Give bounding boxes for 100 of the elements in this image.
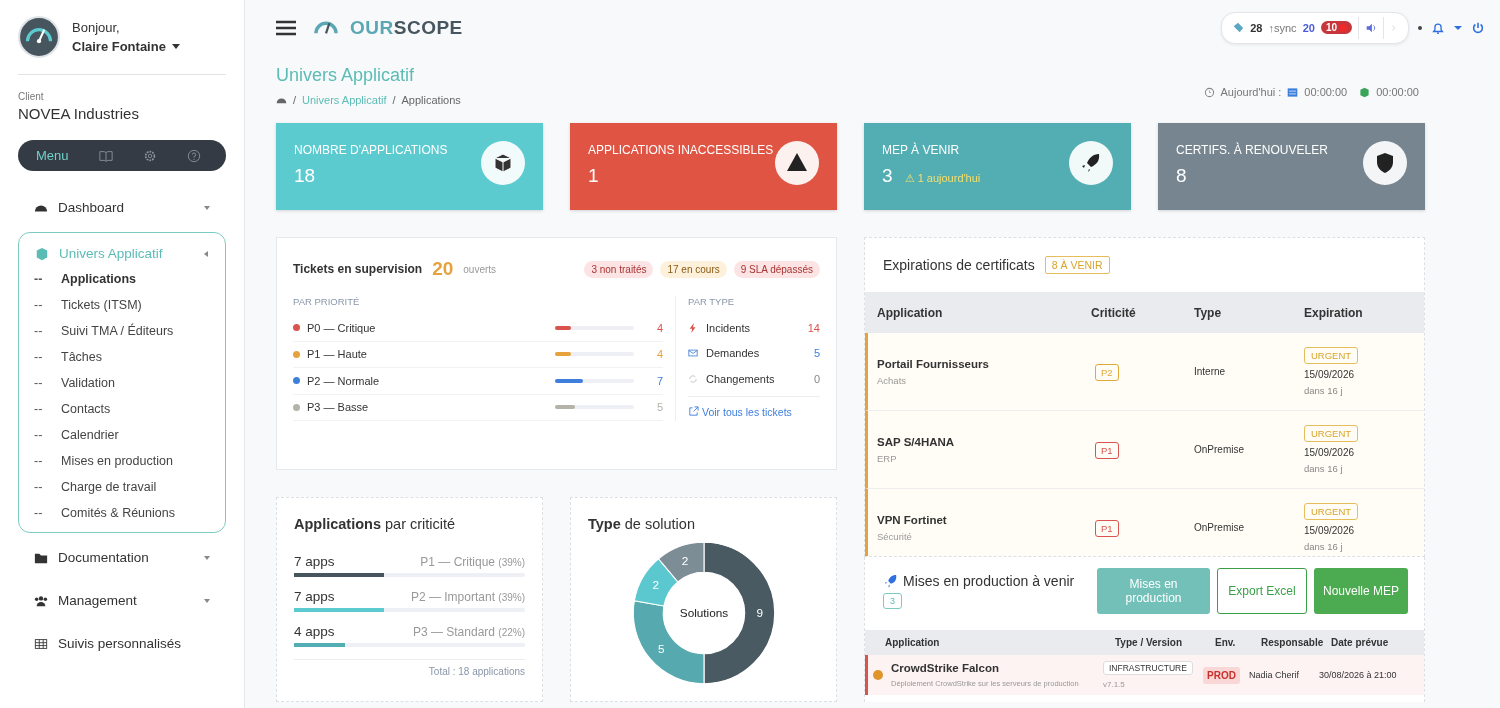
gauge-logo-icon — [314, 20, 338, 35]
type-tag: INFRASTRUCTURE — [1103, 661, 1193, 675]
envelope-icon — [688, 348, 698, 359]
submenu-item[interactable]: -- Calendrier — [19, 422, 225, 448]
external-link-icon — [688, 406, 699, 417]
column-header: Type / Version — [1115, 637, 1184, 648]
client-label: Client — [18, 91, 45, 102]
table-cell-text: 30/08/2026 à 21:00 — [1319, 670, 1398, 680]
column-header: Application — [885, 637, 941, 648]
type-label: Demandes — [706, 347, 761, 360]
status-chip[interactable]: 17 en cours — [660, 260, 727, 278]
count-label: ouverts — [463, 263, 497, 275]
stat-title: APPLICATIONS INACCESSIBLES — [588, 143, 774, 157]
caret-icon — [203, 250, 209, 257]
stat-title: NOMBRE D'APPLICATIONS — [294, 143, 448, 157]
type-label: Incidents — [706, 321, 752, 334]
column-header: Env. — [1215, 637, 1237, 648]
brand-logo: OURSCOPE — [350, 16, 463, 39]
priority-label: P3 — Basse — [307, 401, 370, 414]
priority-label: P1 — Haute — [307, 348, 368, 361]
nav-item[interactable]: Suivis personnalisés — [18, 631, 226, 656]
remaining-time: dans 16 j — [1304, 541, 1344, 552]
caret-icon — [204, 204, 210, 211]
rocket-icon — [1069, 141, 1113, 185]
version: v7.1.5 — [1103, 680, 1126, 689]
section-heading: PAR PRIORITÉ — [293, 296, 361, 307]
status-chip[interactable]: 9 SLA dépassés — [733, 260, 820, 278]
segment-label: 2 — [652, 578, 659, 592]
alert-badge: 10 — [1320, 21, 1352, 34]
rocket-icon — [883, 574, 897, 588]
cube-icon — [1359, 86, 1371, 98]
timer: 00:00:00 — [1304, 86, 1348, 98]
type-label: Changements — [706, 372, 776, 385]
stat-title: CERTIFS. À RENOUVELER — [1176, 143, 1328, 157]
stat-value: 1 — [588, 165, 599, 187]
sync-count: 20 — [1302, 21, 1315, 34]
bolt-icon — [688, 322, 698, 333]
column-header: Type — [1194, 305, 1223, 320]
submenu-item[interactable]: -- Suivi TMA / Éditeurs — [19, 318, 225, 344]
nav-item-icon — [35, 246, 49, 261]
caret-icon — [204, 597, 210, 604]
submenu-item[interactable]: -- Charge de travail — [19, 474, 225, 500]
menu-icon[interactable] — [276, 19, 296, 36]
user-name[interactable]: Claire Fontaine — [72, 39, 166, 54]
submenu-item[interactable]: -- Mises en production — [19, 448, 225, 474]
all-tickets-link[interactable]: Voir tous les tickets — [688, 405, 820, 418]
status-dot-icon — [873, 670, 883, 680]
stat-value: 18 — [294, 165, 316, 187]
segment-label: 9 — [755, 606, 763, 620]
sync-label: ↑sync — [1268, 21, 1297, 34]
dot-icon — [1418, 25, 1422, 30]
type-count: 5 — [812, 347, 820, 360]
nav-item[interactable]: Management — [18, 588, 226, 613]
criticity-tag: P1 — [1095, 441, 1119, 459]
upcoming-badge: 8 À VENIR — [1044, 256, 1110, 274]
environment-tag: PROD — [1203, 666, 1240, 684]
breadcrumb-separator: / — [293, 94, 297, 106]
submenu-item[interactable]: -- Comités & Réunions — [19, 500, 225, 526]
caret-icon[interactable] — [171, 44, 180, 49]
donut-center-label: Solutions — [679, 606, 728, 620]
status-chip[interactable]: 3 non traités — [584, 260, 654, 278]
app-category: Sécurité — [877, 530, 913, 542]
nav-item-icon — [34, 636, 48, 651]
nav-item[interactable]: Dashboard — [18, 195, 226, 220]
criticality-label: P1 — Critique (39%) — [420, 555, 525, 569]
greeting: Bonjour, — [72, 20, 121, 35]
menu-tab[interactable]: Menu — [26, 144, 79, 167]
card-title: Applications par criticité — [294, 516, 457, 532]
breadcrumb-separator: / — [392, 94, 396, 106]
client-name: NOVEA Industries — [18, 105, 140, 122]
cube-icon — [481, 141, 525, 185]
column-header: Expiration — [1304, 305, 1364, 320]
power-icon[interactable] — [1471, 20, 1485, 35]
submenu-item[interactable]: -- Validation — [19, 370, 225, 396]
gauge-avatar-icon — [18, 16, 60, 58]
nav-item-icon — [34, 593, 48, 608]
card-title: Expirations de certificats — [883, 257, 1035, 273]
submenu-item[interactable]: -- Tickets (ITSM) — [19, 292, 225, 318]
bell-icon[interactable] — [1431, 20, 1445, 35]
column-header: Responsable — [1261, 637, 1325, 648]
nav-item[interactable]: Documentation — [18, 545, 226, 570]
expiration-date: 15/09/2026 — [1304, 525, 1356, 536]
submenu-item[interactable]: -- Contacts — [19, 396, 225, 422]
criticality-label: P2 — Important (39%) — [410, 590, 525, 604]
priority-label: P0 — Critique — [307, 321, 377, 334]
criticity-tag: P1 — [1095, 519, 1119, 537]
submenu-item[interactable]: -- Tâches — [19, 344, 225, 370]
clock-icon — [1203, 86, 1215, 98]
warning-icon — [775, 141, 819, 185]
card-title: Mises en production à venir — [903, 573, 1075, 589]
submenu-item[interactable]: -- Applications — [19, 266, 225, 292]
app-name: CrowdStrike Falcon — [891, 662, 1000, 674]
volume-icon[interactable] — [1365, 21, 1377, 34]
stat-title: MEP À VENIR — [882, 143, 961, 157]
expiration-date: 15/09/2026 — [1304, 447, 1356, 458]
app-category: ERP — [877, 452, 898, 464]
app-category: Achats — [877, 374, 908, 386]
app-name: VPN Fortinet — [877, 513, 948, 526]
page-title: Univers Applicatif — [276, 65, 416, 86]
section-heading: PAR TYPE — [688, 296, 736, 307]
